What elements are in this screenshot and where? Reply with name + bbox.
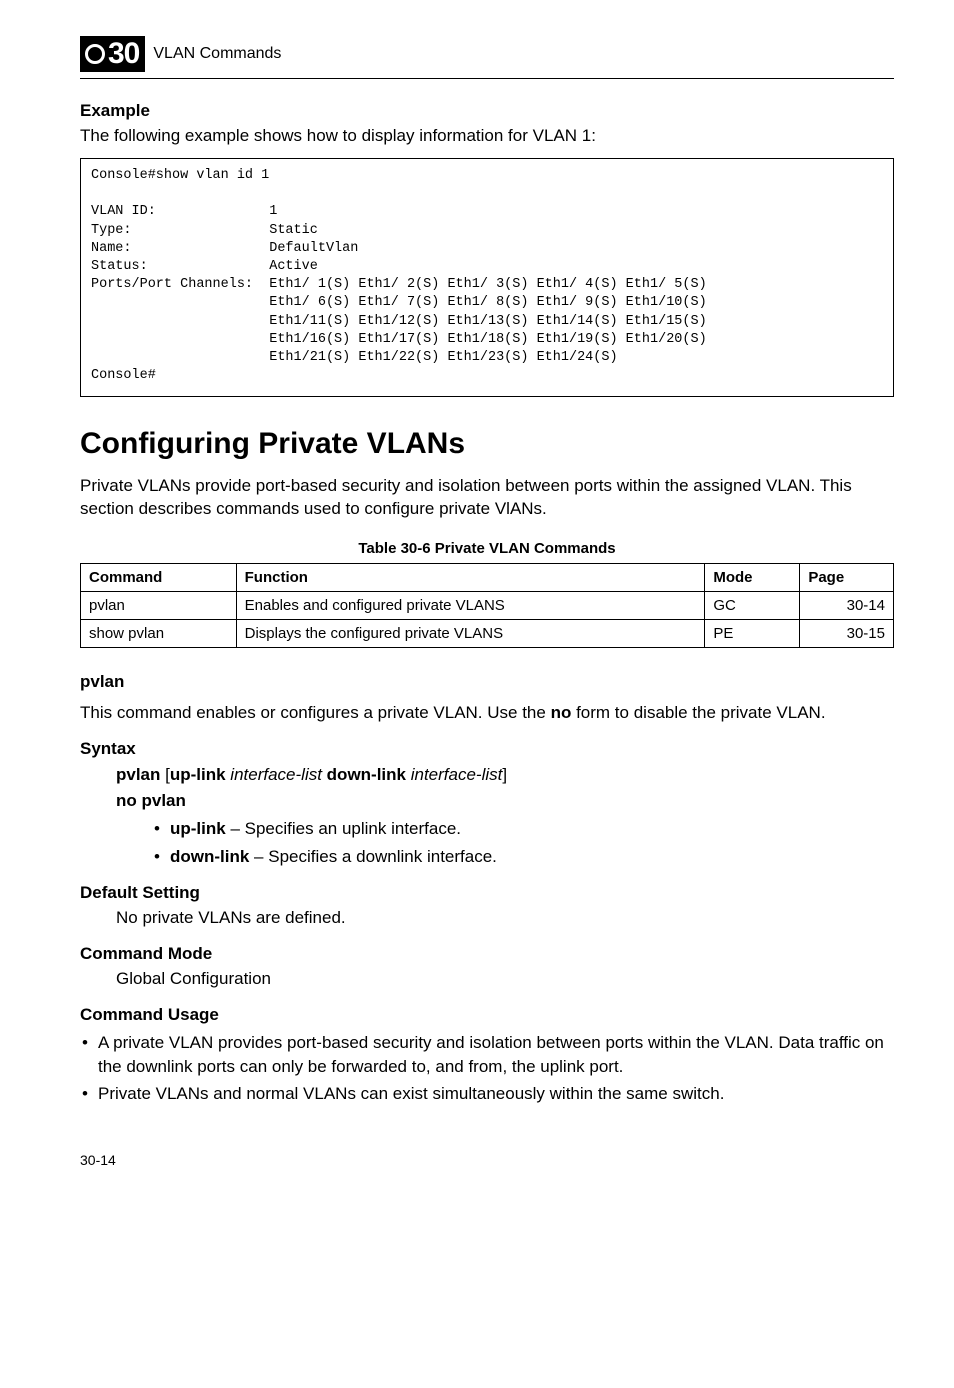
example-heading: Example xyxy=(80,101,894,121)
bullet-downlink-b: down-link xyxy=(170,847,249,866)
commands-table: Command Function Mode Page pvlan Enables… xyxy=(80,563,894,648)
syntax-iflist-2: interface-list xyxy=(406,765,502,784)
syntax-bullets: up-link – Specifies an uplink interface.… xyxy=(152,817,894,869)
td-mode: GC xyxy=(705,592,800,620)
syntax-bracket-close: ] xyxy=(502,765,507,784)
bullet-uplink-rest: – Specifies an uplink interface. xyxy=(226,819,461,838)
td-function: Enables and configured private VLANS xyxy=(236,592,705,620)
td-command: show pvlan xyxy=(81,620,237,648)
page-number: 30-14 xyxy=(80,1152,894,1168)
syntax-downlink: down-link xyxy=(327,765,406,784)
pvlan-desc-bold: no xyxy=(551,703,572,722)
syntax-no-pvlan: no pvlan xyxy=(116,791,186,810)
syntax-line-1: pvlan [up-link interface-list down-link … xyxy=(116,765,894,785)
syntax-block: pvlan [up-link interface-list down-link … xyxy=(116,765,894,869)
table-row: show pvlan Displays the configured priva… xyxy=(81,620,894,648)
list-item: up-link – Specifies an uplink interface. xyxy=(152,817,894,841)
td-mode: PE xyxy=(705,620,800,648)
command-mode-text: Global Configuration xyxy=(116,968,894,991)
th-page: Page xyxy=(800,564,894,592)
table-header-row: Command Function Mode Page xyxy=(81,564,894,592)
pvlan-desc-post: form to disable the private VLAN. xyxy=(571,703,825,722)
list-item: A private VLAN provides port-based secur… xyxy=(80,1031,894,1079)
header-rule xyxy=(80,78,894,79)
default-setting-heading: Default Setting xyxy=(80,883,894,903)
bullet-downlink-rest: – Specifies a downlink interface. xyxy=(249,847,497,866)
syntax-heading: Syntax xyxy=(80,739,894,759)
example-code-block: Console#show vlan id 1 VLAN ID: 1 Type: … xyxy=(80,158,894,397)
syntax-iflist-1: interface-list xyxy=(226,765,327,784)
table-caption: Table 30-6 Private VLAN Commands xyxy=(80,540,894,557)
syntax-bracket-open: [ xyxy=(160,765,169,784)
td-page: 30-14 xyxy=(800,592,894,620)
table-row: pvlan Enables and configured private VLA… xyxy=(81,592,894,620)
section-intro: Private VLANs provide port-based securit… xyxy=(80,475,894,521)
pvlan-description: This command enables or configures a pri… xyxy=(80,702,894,725)
syntax-uplink: up-link xyxy=(170,765,226,784)
default-setting-text: No private VLANs are defined. xyxy=(116,907,894,930)
pvlan-heading: pvlan xyxy=(80,672,894,692)
command-usage-heading: Command Usage xyxy=(80,1005,894,1025)
syntax-line-2: no pvlan xyxy=(116,791,894,811)
list-item: down-link – Specifies a downlink interfa… xyxy=(152,845,894,869)
bullet-uplink-b: up-link xyxy=(170,819,226,838)
chapter-header: 30 VLAN Commands xyxy=(80,36,894,72)
syntax-pvlan: pvlan xyxy=(116,765,160,784)
th-mode: Mode xyxy=(705,564,800,592)
chapter-number-badge: 30 xyxy=(80,36,145,72)
td-function: Displays the configured private VLANS xyxy=(236,620,705,648)
list-item: Private VLANs and normal VLANs can exist… xyxy=(80,1082,894,1106)
chapter-title: VLAN Commands xyxy=(153,45,281,63)
usage-bullets: A private VLAN provides port-based secur… xyxy=(80,1031,894,1106)
section-title: Configuring Private VLANs xyxy=(80,427,894,461)
pvlan-desc-pre: This command enables or configures a pri… xyxy=(80,703,551,722)
td-page: 30-15 xyxy=(800,620,894,648)
th-command: Command xyxy=(81,564,237,592)
td-command: pvlan xyxy=(81,592,237,620)
example-intro: The following example shows how to displ… xyxy=(80,125,894,148)
command-mode-heading: Command Mode xyxy=(80,944,894,964)
th-function: Function xyxy=(236,564,705,592)
